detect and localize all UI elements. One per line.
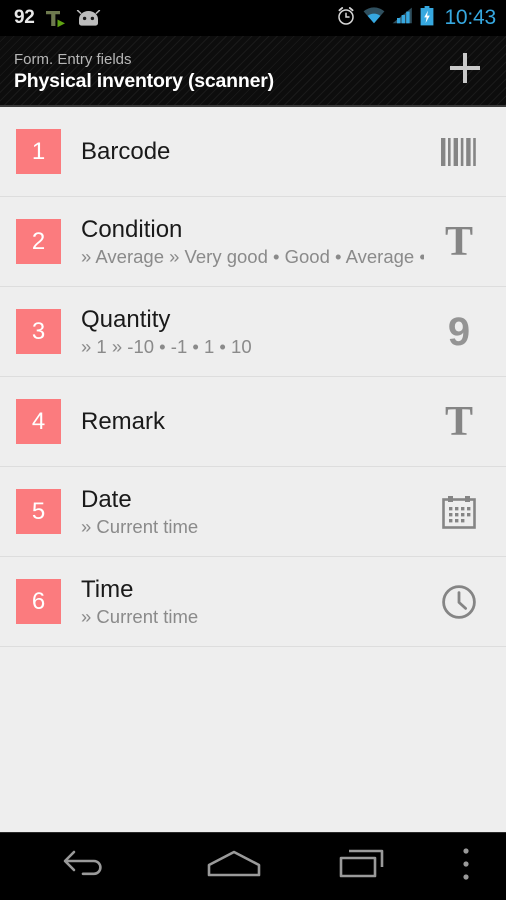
android-screen: 92 10:43 Form. Entry fields Physical inv… <box>0 0 506 900</box>
action-bar: Form. Entry fields Physical inventory (s… <box>0 36 506 107</box>
action-bar-titles: Form. Entry fields Physical inventory (s… <box>14 48 438 94</box>
list-item-subtitle: » Current time <box>81 515 199 537</box>
text-field-icon: T <box>444 218 473 265</box>
text-field-icon: T <box>444 398 473 445</box>
list-item[interactable]: 6 Time » Current time <box>0 557 506 647</box>
list-item[interactable]: 2 Condition » Average » Very good • Good… <box>0 197 506 287</box>
status-bar-left: 92 <box>14 7 101 29</box>
barcode-icon <box>432 125 486 179</box>
field-number-badge: 2 <box>16 219 61 264</box>
plus-icon <box>447 50 483 91</box>
list-item-subtitle: » 1 » -10 • -1 • 1 • 10 <box>81 335 252 357</box>
content-area: 1 Barcode 2 Condition » Average » Very g… <box>0 107 506 832</box>
status-bar: 92 10:43 <box>0 0 506 36</box>
calendar-icon <box>432 485 486 539</box>
list-item[interactable]: 5 Date » Current time <box>0 467 506 557</box>
field-number-badge: 1 <box>16 129 61 174</box>
field-number-badge: 6 <box>16 579 61 624</box>
wifi-icon <box>363 7 385 29</box>
list-item-text: Remark <box>81 407 424 437</box>
list-item-text: Date » Current time <box>81 485 424 539</box>
signal-icon <box>392 7 413 29</box>
battery-charging-icon <box>420 5 434 31</box>
list-item-title: Remark <box>81 407 166 435</box>
field-number-badge: 4 <box>16 399 61 444</box>
tapatalk-icon <box>45 9 66 28</box>
nav-back-button[interactable] <box>0 833 170 900</box>
action-bar-subtitle: Form. Entry fields <box>14 50 132 68</box>
status-bar-right: 10:43 <box>336 5 496 31</box>
list-item-title: Time <box>81 575 134 603</box>
status-number: 92 <box>14 7 35 28</box>
nav-home-button[interactable] <box>170 833 298 900</box>
list-item-subtitle: » Current time <box>81 605 199 627</box>
system-navigation-bar <box>0 832 506 900</box>
list-item-title: Quantity <box>81 305 171 333</box>
list-item-text: Quantity » 1 » -10 • -1 • 1 • 10 <box>81 305 424 359</box>
recents-icon <box>338 847 386 886</box>
alarm-icon <box>336 6 356 31</box>
field-number-badge: 3 <box>16 309 61 354</box>
android-head-icon <box>76 10 101 26</box>
entry-fields-list: 1 Barcode 2 Condition » Average » Very g… <box>0 107 506 647</box>
list-item[interactable]: 1 Barcode <box>0 107 506 197</box>
page-title: Physical inventory (scanner) <box>14 69 274 92</box>
list-item-title: Barcode <box>81 137 171 165</box>
add-entry-field-button[interactable] <box>438 44 492 98</box>
list-item-text: Time » Current time <box>81 575 424 629</box>
list-empty-space <box>0 647 506 832</box>
status-clock: 10:43 <box>444 6 496 29</box>
back-icon <box>61 847 109 886</box>
nav-overflow-button[interactable] <box>426 833 506 900</box>
list-item[interactable]: 3 Quantity » 1 » -10 • -1 • 1 • 10 9 <box>0 287 506 377</box>
nav-recents-button[interactable] <box>298 833 426 900</box>
number-field-icon: 9 <box>447 309 471 354</box>
list-item-title: Condition <box>81 215 183 243</box>
list-item-text: Condition » Average » Very good • Good •… <box>81 215 424 269</box>
overflow-menu-icon <box>461 846 471 887</box>
home-icon <box>206 848 262 885</box>
list-item-text: Barcode <box>81 137 424 167</box>
clock-icon <box>432 575 486 629</box>
field-number-badge: 5 <box>16 489 61 534</box>
list-item-subtitle: » Average » Very good • Good • Average • <box>81 245 424 267</box>
list-item-title: Date <box>81 485 132 513</box>
list-item[interactable]: 4 Remark T <box>0 377 506 467</box>
